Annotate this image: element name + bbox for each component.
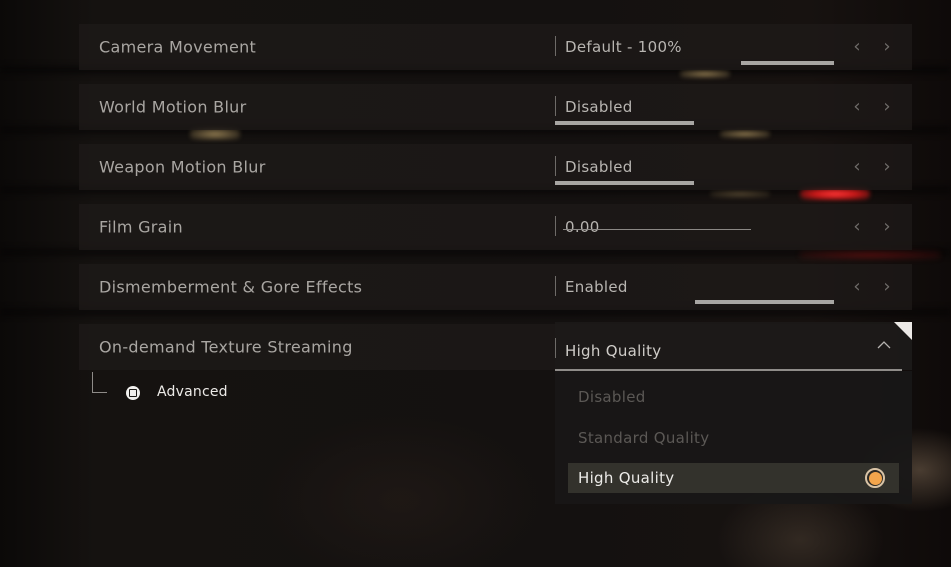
- separator: [555, 276, 556, 296]
- setting-row-film-grain[interactable]: Film Grain 0.00 ‹ ›: [79, 204, 912, 250]
- chevron-right-icon[interactable]: ›: [880, 218, 894, 236]
- square-button-icon[interactable]: [126, 386, 140, 400]
- separator: [555, 96, 556, 116]
- dropdown-selected-value: High Quality: [565, 342, 662, 360]
- setting-label: Film Grain: [99, 217, 183, 237]
- chevron-left-icon[interactable]: ‹: [850, 98, 864, 116]
- option-indicator-bar: [555, 121, 694, 125]
- chevron-right-icon[interactable]: ›: [880, 278, 894, 296]
- setting-label: On-demand Texture Streaming: [99, 337, 353, 357]
- texture-streaming-options: Disabled Standard Quality High Quality: [555, 371, 912, 504]
- option-indicator-bar: [695, 300, 834, 304]
- film-grain-slider-track[interactable]: [563, 229, 751, 230]
- setting-value: Default - 100%: [565, 38, 682, 56]
- background-light: [710, 190, 770, 198]
- background-light: [720, 130, 770, 138]
- radio-dot: [868, 471, 882, 485]
- setting-value: Enabled: [565, 278, 628, 296]
- radio-selected-icon[interactable]: [865, 468, 885, 488]
- background-red-light: [800, 251, 940, 259]
- setting-label: Camera Movement: [99, 37, 257, 57]
- chevron-right-icon[interactable]: ›: [880, 158, 894, 176]
- setting-value: Disabled: [565, 98, 633, 116]
- option-label: Disabled: [578, 388, 646, 406]
- chevron-right-icon[interactable]: ›: [880, 98, 894, 116]
- advanced-button[interactable]: Advanced: [157, 384, 228, 400]
- setting-label: World Motion Blur: [99, 97, 247, 117]
- chevron-left-icon[interactable]: ‹: [850, 38, 864, 56]
- chevron-left-icon[interactable]: ‹: [850, 278, 864, 296]
- setting-label: Weapon Motion Blur: [99, 157, 266, 177]
- setting-row-world-motion-blur[interactable]: World Motion Blur Disabled ‹ ›: [79, 84, 912, 130]
- background-light: [680, 70, 730, 78]
- setting-value: 0.00: [565, 218, 600, 236]
- texture-streaming-dropdown[interactable]: High Quality: [555, 322, 912, 371]
- option-standard-quality[interactable]: Standard Quality: [568, 423, 899, 453]
- separator: [555, 338, 556, 358]
- separator: [555, 36, 556, 56]
- corner-marker: [894, 322, 912, 340]
- option-label: High Quality: [578, 469, 675, 487]
- option-indicator-bar: [555, 181, 694, 185]
- chevron-left-icon[interactable]: ‹: [850, 218, 864, 236]
- separator: [555, 216, 556, 236]
- separator: [555, 156, 556, 176]
- option-indicator-bar: [741, 61, 834, 65]
- chevron-right-icon[interactable]: ›: [880, 38, 894, 56]
- option-label: Standard Quality: [578, 429, 710, 447]
- option-disabled[interactable]: Disabled: [568, 382, 899, 412]
- tree-connector: [92, 372, 107, 393]
- chevron-left-icon[interactable]: ‹: [850, 158, 864, 176]
- setting-row-weapon-motion-blur[interactable]: Weapon Motion Blur Disabled ‹ ›: [79, 144, 912, 190]
- chevron-up-icon[interactable]: [877, 338, 891, 352]
- option-high-quality[interactable]: High Quality: [568, 463, 899, 493]
- setting-value: Disabled: [565, 158, 633, 176]
- setting-label: Dismemberment & Gore Effects: [99, 277, 363, 297]
